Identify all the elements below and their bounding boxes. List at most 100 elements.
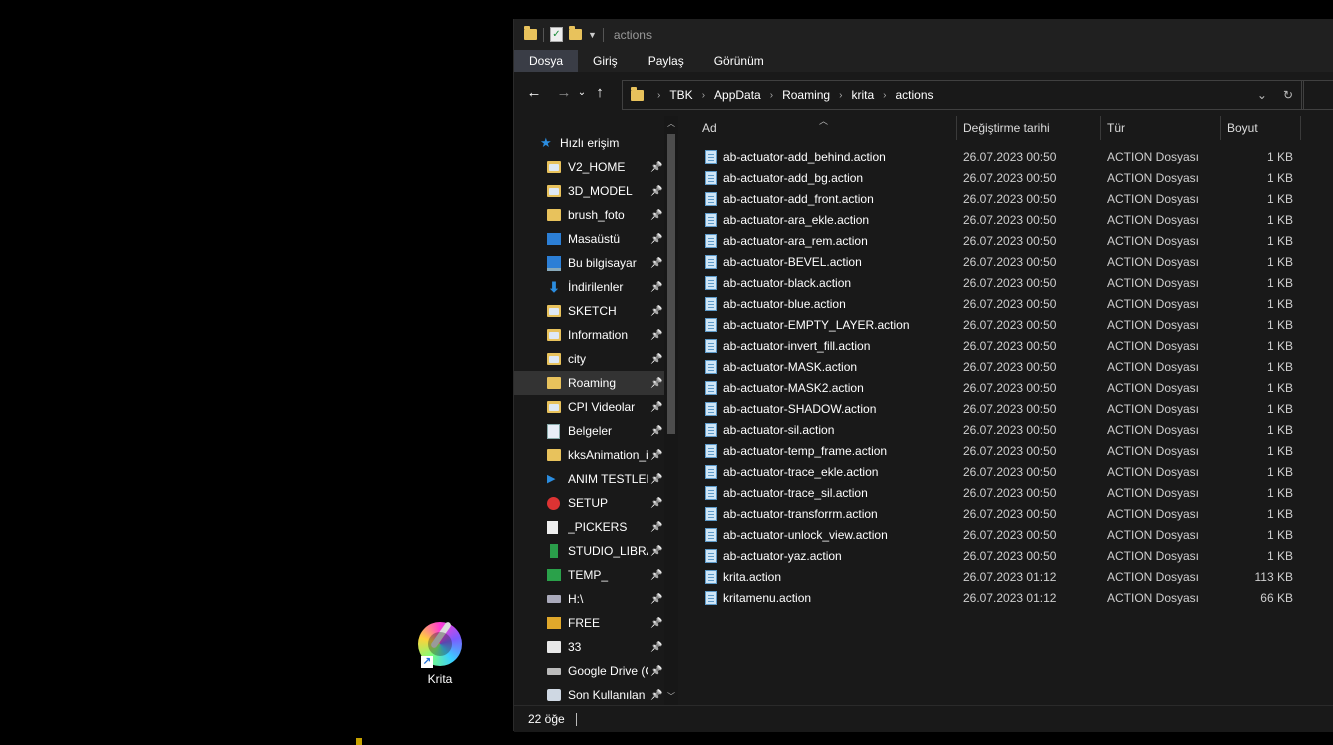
table-row[interactable]: ab-actuator-yaz.action 26.07.2023 00:50 AC… [684,545,1333,566]
column-divider[interactable] [1100,116,1101,140]
breadcrumb-chevron-icon[interactable]: › [657,90,660,101]
address-bar[interactable]: › TBK › AppData › Roaming › krita › acti… [622,80,1304,110]
sidebar-item[interactable]: Masaüstü 📌 [514,227,664,251]
pin-icon: 📌 [650,665,663,677]
sidebar-item-label: H:\ [568,592,584,606]
breadcrumb-item[interactable]: AppData [714,88,761,102]
column-size[interactable]: Boyut [1227,121,1258,135]
sidebar-item[interactable]: V2_HOME 📌 [514,155,664,179]
breadcrumb-item[interactable]: TBK [669,88,692,102]
file-name: ab-actuator-BEVEL.action [723,255,862,269]
table-row[interactable]: ab-actuator-trace_ekle.action 26.07.2023 … [684,461,1333,482]
sidebar-item-label: Masaüstü [568,232,621,246]
table-row[interactable]: ab-actuator-EMPTY_LAYER.action 26.07.2023… [684,314,1333,335]
sidebar-item[interactable]: Bu bilgisayar 📌 [514,251,664,275]
pin-icon: 📌 [650,353,663,365]
breadcrumb-chevron-icon[interactable]: › [702,90,705,101]
sidebar-item-label: Belgeler [568,424,613,438]
tab-file[interactable]: Dosya [514,50,579,72]
table-row[interactable]: ab-actuator-add_front.action 26.07.2023 0… [684,188,1333,209]
table-row[interactable]: ab-actuator-invert_fill.action 26.07.2023… [684,335,1333,356]
sidebar-item[interactable]: CPI Videolar 📌 [514,395,664,419]
table-row[interactable]: ab-actuator-add_behind.action 26.07.2023 … [684,146,1333,167]
table-row[interactable]: ab-actuator-unlock_view.action 26.07.2023… [684,524,1333,545]
sidebar-item[interactable]: Google Drive (C 📌 [514,659,664,683]
breadcrumb-chevron-icon[interactable]: › [839,90,842,101]
nav-scrollbar[interactable]: ︿ ﹀ [664,116,678,705]
sidebar-item[interactable]: brush_foto 📌 [514,203,664,227]
sidebar-item[interactable]: Belgeler 📌 [514,419,664,443]
table-row[interactable]: ab-actuator-SHADOW.action 26.07.2023 00:5… [684,398,1333,419]
column-divider[interactable] [1300,116,1301,140]
action-file-icon [705,171,717,185]
search-box[interactable]: ⚲ [1301,80,1333,110]
sidebar-item[interactable]: SKETCH 📌 [514,299,664,323]
breadcrumb-chevron-icon[interactable]: › [770,90,773,101]
column-divider[interactable] [1220,116,1221,140]
file-name: ab-actuator-add_bg.action [723,171,864,185]
breadcrumb-item[interactable]: actions [895,88,933,102]
back-button[interactable]: ← [523,84,545,101]
tab-view[interactable]: Görünüm [699,50,779,72]
sidebar-item[interactable]: Information 📌 [514,323,664,347]
table-row[interactable]: ab-actuator-temp_frame.action 26.07.2023 … [684,440,1333,461]
sidebar-item[interactable]: ▶ ANIM TESTLER 📌 [514,467,664,491]
krita-desktop-shortcut[interactable]: ↗ Krita [410,620,470,686]
pin-icon: 📌 [650,521,663,533]
forward-button[interactable]: → [553,84,575,101]
sidebar-item[interactable]: TEMP_ 📌 [514,563,664,587]
properties-icon[interactable]: ✓ [550,27,563,42]
sidebar-item[interactable]: 3D_MODEL 📌 [514,179,664,203]
table-row[interactable]: ab-actuator-ara_rem.action 26.07.2023 00:… [684,230,1333,251]
file-date: 26.07.2023 00:50 [963,486,1057,500]
table-row[interactable]: krita.action 26.07.2023 01:12 ACTION Dosya… [684,566,1333,587]
scrollbar-thumb[interactable] [667,134,675,434]
table-row[interactable]: ab-actuator-sil.action 26.07.2023 00:50 AC… [684,419,1333,440]
sidebar-item[interactable]: kksAnimation_i 📌 [514,443,664,467]
table-row[interactable]: ab-actuator-trace_sil.action 26.07.2023 0… [684,482,1333,503]
scroll-up-icon[interactable]: ︿ [666,118,676,129]
tab-home[interactable]: Giriş [578,50,633,72]
table-row[interactable]: ab-actuator-blue.action 26.07.2023 00:50 A… [684,293,1333,314]
sidebar-item[interactable]: STUDIO_LIBRAR📌 [514,539,664,563]
sidebar-item[interactable]: ⬇ İndirilenler 📌 [514,275,664,299]
table-row[interactable]: kritamenu.action 26.07.2023 01:12 ACTION D… [684,587,1333,608]
address-history-chevron-down-icon[interactable]: ⌄ [1257,88,1267,102]
sidebar-item[interactable]: H:\ 📌 [514,587,664,611]
up-button[interactable]: ↑ [589,84,611,101]
sidebar-item[interactable]: ★ Hızlı erişim [514,131,664,155]
tab-share[interactable]: Paylaş [633,50,699,72]
recent-locations-chevron-down-icon[interactable]: ⌄ [575,87,589,98]
breadcrumb-item[interactable]: krita [851,88,874,102]
table-row[interactable]: ab-actuator-MASK.action 26.07.2023 00:50 A… [684,356,1333,377]
sidebar-item-label: Bu bilgisayar [568,256,637,270]
breadcrumb-item[interactable]: Roaming [782,88,830,102]
sidebar-item[interactable]: _PICKERS 📌 [514,515,664,539]
pin-icon: 📌 [650,257,663,269]
desktop-icon-label: Krita [427,672,453,686]
sidebar-item[interactable]: FREE 📌 [514,611,664,635]
table-row[interactable]: ab-actuator-black.action 26.07.2023 00:50… [684,272,1333,293]
pin-icon: 📌 [650,569,663,581]
column-divider[interactable] [956,116,957,140]
folder-icon [547,449,561,461]
scroll-down-icon[interactable]: ﹀ [666,691,676,702]
new-folder-icon[interactable] [569,26,582,40]
column-name[interactable]: Ad [702,121,717,135]
sidebar-item[interactable]: city 📌 [514,347,664,371]
customize-toolbar-icon[interactable]: ▼ [588,30,597,40]
pin-icon: 📌 [650,449,663,461]
sidebar-item[interactable]: SETUP 📌 [514,491,664,515]
table-row[interactable]: ab-actuator-ara_ekle.action 26.07.2023 00… [684,209,1333,230]
sidebar-item[interactable]: Roaming 📌 [514,371,664,395]
table-row[interactable]: ab-actuator-add_bg.action 26.07.2023 00:5… [684,167,1333,188]
column-type[interactable]: Tür [1107,121,1125,135]
table-row[interactable]: ab-actuator-transforrm.action 26.07.2023 … [684,503,1333,524]
breadcrumb-chevron-icon[interactable]: › [883,90,886,101]
sidebar-item[interactable]: 33 📌 [514,635,664,659]
column-date[interactable]: Değiştirme tarihi [963,121,1050,135]
table-row[interactable]: ab-actuator-BEVEL.action 26.07.2023 00:50… [684,251,1333,272]
refresh-icon[interactable]: ↻ [1283,88,1293,102]
sidebar-item[interactable]: Son Kullanılan (📌 [514,683,664,705]
table-row[interactable]: ab-actuator-MASK2.action 26.07.2023 00:50… [684,377,1333,398]
